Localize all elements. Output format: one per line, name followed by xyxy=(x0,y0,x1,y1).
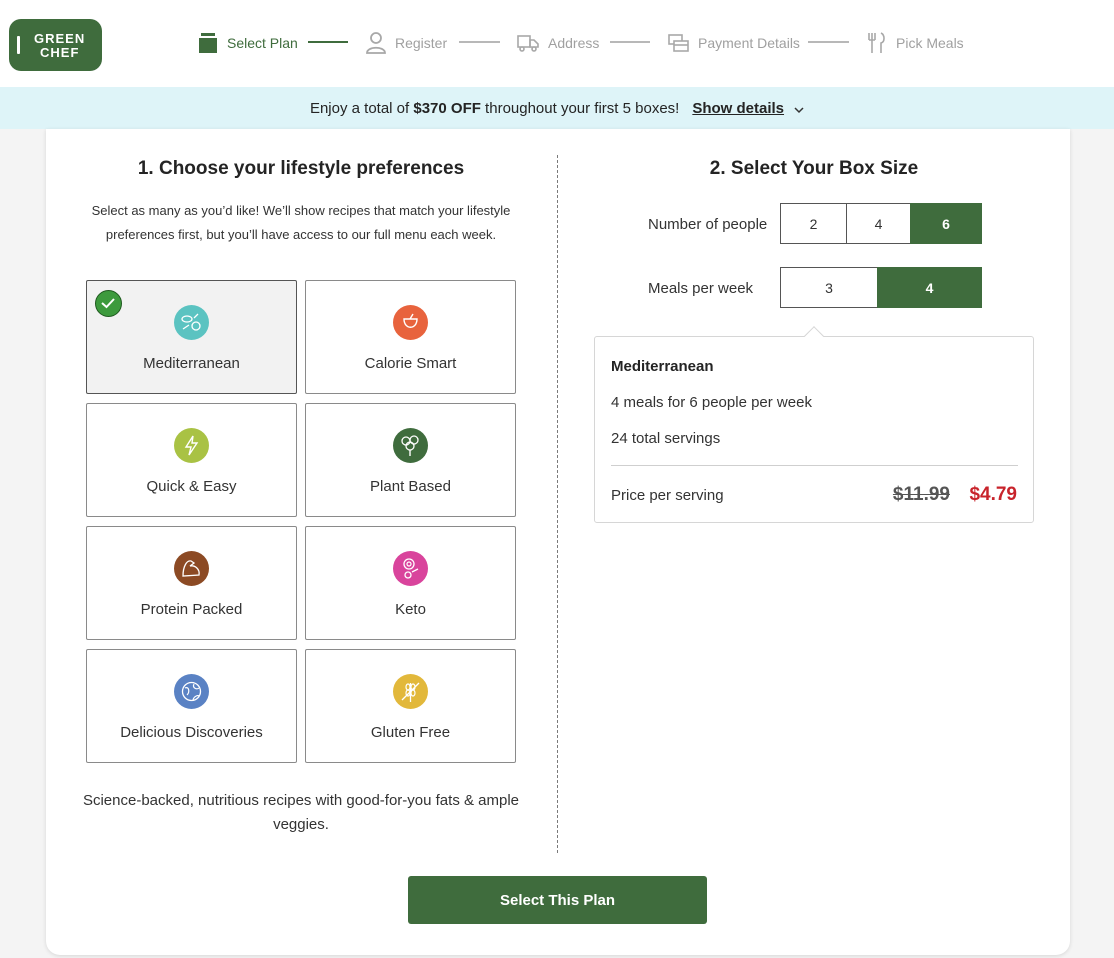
logo-text-line1: GREEN xyxy=(34,31,86,46)
lifestyle-option-label: Delicious Discoveries xyxy=(120,724,263,741)
promo-suffix: throughout your first 5 boxes! xyxy=(480,99,680,117)
price-per-serving-label: Price per serving xyxy=(611,487,724,504)
step-connector xyxy=(308,41,348,43)
calorie-smart-icon xyxy=(393,305,428,340)
discounted-price: $4.79 xyxy=(969,484,1017,505)
step-payment-details[interactable]: Payment Details xyxy=(668,28,800,58)
chevron-down-icon[interactable] xyxy=(794,101,804,118)
lifestyle-option-label: Gluten Free xyxy=(370,724,451,741)
lifestyle-option-gluten-free[interactable]: Gluten Free xyxy=(305,649,516,763)
box-size-heading: 2. Select Your Box Size xyxy=(709,158,919,179)
box-icon xyxy=(198,32,218,54)
step-label: Pick Meals xyxy=(896,35,964,51)
show-details-link[interactable]: Show details xyxy=(692,100,784,117)
globe-icon xyxy=(174,674,209,709)
people-option-2[interactable]: 2 xyxy=(780,203,847,244)
lifestyle-description: Science-backed, nutritious recipes with … xyxy=(82,792,520,833)
step-select-plan[interactable]: Select Plan xyxy=(198,28,298,58)
card-icon xyxy=(668,34,689,52)
step-register[interactable]: Register xyxy=(366,28,447,58)
original-price: $11.99 xyxy=(892,484,950,505)
broccoli-icon xyxy=(393,428,428,463)
step-address[interactable]: Address xyxy=(517,28,599,58)
muscle-icon xyxy=(174,551,209,586)
step-connector xyxy=(808,41,849,43)
people-option-6[interactable]: 6 xyxy=(910,203,982,244)
utensils-icon xyxy=(867,32,887,54)
lifestyle-option-label: Keto xyxy=(395,601,426,618)
plan-summary: Mediterranean 4 meals for 6 people per w… xyxy=(594,326,1034,523)
summary-servings-line: 24 total servings xyxy=(611,430,721,447)
lifestyle-option-calorie-smart[interactable]: Calorie Smart xyxy=(305,280,516,394)
top-header: GREEN CHEF Select Plan Register Address … xyxy=(0,0,1114,87)
step-label: Address xyxy=(548,35,600,51)
select-plan-button[interactable]: Select This Plan xyxy=(408,876,707,924)
step-connector xyxy=(610,41,650,43)
green-chef-logo[interactable]: GREEN CHEF xyxy=(9,19,102,71)
lifestyle-option-delicious-discoveries[interactable]: Delicious Discoveries xyxy=(86,649,297,763)
promo-prefix: Enjoy a total of xyxy=(309,99,414,117)
step-label: Register xyxy=(395,35,448,51)
mediterranean-icon xyxy=(174,305,209,340)
lifestyle-subtext: Select as many as you’d like! We’ll show… xyxy=(91,203,511,242)
lifestyle-option-label: Mediterranean xyxy=(143,355,240,372)
lifestyle-option-mediterranean[interactable]: Mediterranean xyxy=(86,280,297,394)
lightning-icon xyxy=(174,428,209,463)
step-pick-meals[interactable]: Pick Meals xyxy=(867,28,964,58)
keto-icon xyxy=(393,551,428,586)
summary-meals-line: 4 meals for 6 people per week xyxy=(611,394,812,411)
people-option-4[interactable]: 4 xyxy=(846,203,911,244)
promo-amount: $370 OFF xyxy=(413,99,481,117)
lifestyle-option-protein-packed[interactable]: Protein Packed xyxy=(86,526,297,640)
logo-text-line2: CHEF xyxy=(40,45,80,60)
meals-label: Meals per week xyxy=(648,280,754,297)
lifestyle-option-label: Protein Packed xyxy=(140,601,243,618)
lifestyle-option-label: Quick & Easy xyxy=(146,478,237,495)
summary-title: Mediterranean xyxy=(611,358,714,375)
person-icon xyxy=(366,32,386,54)
lifestyle-heading: 1. Choose your lifestyle preferences xyxy=(137,158,465,179)
lifestyle-option-label: Plant Based xyxy=(370,478,451,495)
truck-icon xyxy=(517,33,539,53)
checkmark-icon xyxy=(95,290,122,317)
lifestyle-option-label: Calorie Smart xyxy=(364,355,457,372)
wheat-icon xyxy=(393,674,428,709)
summary-divider xyxy=(611,465,1018,466)
logo-mark xyxy=(17,36,20,54)
promo-banner: Enjoy a total of $370 OFF throughout you… xyxy=(0,87,1114,129)
meals-option-3[interactable]: 3 xyxy=(780,267,878,308)
people-label: Number of people xyxy=(648,216,768,233)
step-connector xyxy=(459,41,500,43)
lifestyle-option-keto[interactable]: Keto xyxy=(305,526,516,640)
lifestyle-option-quick-easy[interactable]: Quick & Easy xyxy=(86,403,297,517)
step-label: Payment Details xyxy=(698,35,800,51)
lifestyle-option-plant-based[interactable]: Plant Based xyxy=(305,403,516,517)
column-divider xyxy=(557,155,558,853)
step-label: Select Plan xyxy=(227,35,298,51)
meals-option-4[interactable]: 4 xyxy=(877,267,982,308)
